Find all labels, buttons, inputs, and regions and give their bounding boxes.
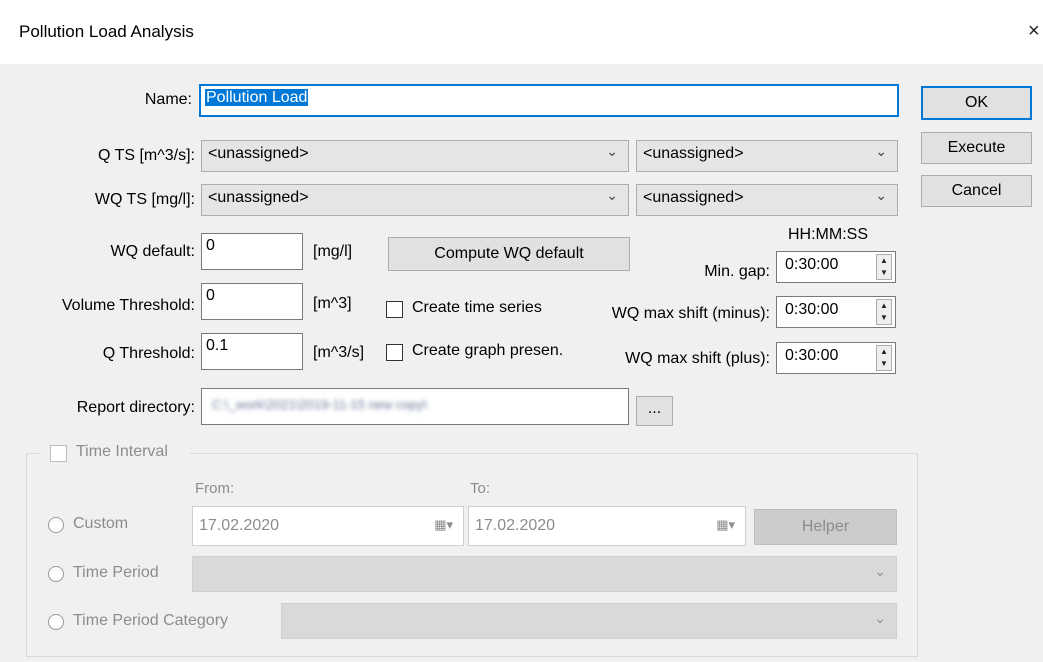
spin-arrows-icon[interactable]: ▲ ▼ <box>876 299 892 325</box>
close-icon[interactable]: × <box>1028 20 1040 43</box>
cancel-button[interactable]: Cancel <box>921 175 1032 207</box>
wq-shift-minus-value: 0:30:00 <box>785 301 839 318</box>
compute-wq-default-button[interactable]: Compute WQ default <box>388 237 630 271</box>
q-ts-value-2: <unassigned> <box>643 145 744 162</box>
from-date-value: 17.02.2020 <box>199 517 280 534</box>
time-period-category-radio[interactable] <box>48 614 64 630</box>
q-ts-select[interactable]: <unassigned> ⌄ <box>201 140 629 172</box>
custom-label: Custom <box>73 515 129 532</box>
time-period-label: Time Period <box>73 564 159 581</box>
volume-threshold-input[interactable]: 0 <box>201 283 303 320</box>
window-title: Pollution Load Analysis <box>19 22 194 41</box>
wq-default-unit: [mg/l] <box>313 243 353 260</box>
time-interval-checkbox[interactable] <box>50 445 67 462</box>
chevron-down-icon: ⌄ <box>606 143 618 159</box>
volume-threshold-unit: [m^3] <box>313 295 352 312</box>
calendar-icon: ▦▾ <box>716 517 735 532</box>
to-date-picker[interactable]: 17.02.2020 ▦▾ <box>468 506 746 546</box>
time-interval-label: Time Interval <box>76 443 168 460</box>
wq-shift-plus-spinner[interactable]: 0:30:00 ▲ ▼ <box>776 342 896 374</box>
wq-ts-value-2: <unassigned> <box>643 189 744 206</box>
chevron-down-icon: ⌄ <box>874 563 886 579</box>
from-label: From: <box>195 480 235 497</box>
time-period-select[interactable]: ⌄ <box>192 556 897 592</box>
create-time-series-checkbox[interactable] <box>386 301 403 318</box>
wq-shift-minus-label: WQ max shift (minus): <box>611 305 770 322</box>
to-date-value: 17.02.2020 <box>475 517 556 534</box>
report-directory-value: C:\_work\2021\2019-11-15 new copy\ <box>212 397 428 412</box>
helper-button[interactable]: Helper <box>754 509 897 545</box>
name-input[interactable]: Pollution Load <box>199 84 899 117</box>
wq-ts-value: <unassigned> <box>208 189 309 206</box>
spin-arrows-icon[interactable]: ▲ ▼ <box>876 254 892 280</box>
wq-shift-plus-label: WQ max shift (plus): <box>625 350 770 367</box>
chevron-down-icon: ⌄ <box>875 187 887 203</box>
q-ts-select-2[interactable]: <unassigned> ⌄ <box>636 140 898 172</box>
name-label: Name: <box>144 91 192 108</box>
report-directory-label: Report directory: <box>76 399 195 416</box>
create-time-series-label: Create time series <box>412 299 542 316</box>
time-format-label: HH:MM:SS <box>788 226 868 243</box>
wq-ts-select[interactable]: <unassigned> ⌄ <box>201 184 629 216</box>
chevron-down-icon: ⌄ <box>606 187 618 203</box>
browse-button[interactable]: ... <box>636 396 673 426</box>
wq-shift-minus-spinner[interactable]: 0:30:00 ▲ ▼ <box>776 296 896 328</box>
calendar-icon: ▦▾ <box>434 517 453 532</box>
wq-shift-plus-value: 0:30:00 <box>785 347 839 364</box>
wq-ts-select-2[interactable]: <unassigned> ⌄ <box>636 184 898 216</box>
min-gap-value: 0:30:00 <box>785 256 839 273</box>
chevron-down-icon: ⌄ <box>875 143 887 159</box>
wq-ts-label: WQ TS [mg/l]: <box>94 191 195 208</box>
create-graph-presentation-checkbox[interactable] <box>386 344 403 361</box>
time-period-category-label: Time Period Category <box>73 612 229 629</box>
execute-button[interactable]: Execute <box>921 132 1032 164</box>
name-value: Pollution Load <box>205 89 309 106</box>
chevron-down-icon: ⌄ <box>874 610 886 626</box>
wq-default-input[interactable]: 0 <box>201 233 303 270</box>
time-period-radio[interactable] <box>48 566 64 582</box>
create-graph-presentation-label: Create graph presen. <box>412 342 564 359</box>
q-ts-label: Q TS [m^3/s]: <box>97 147 195 164</box>
q-threshold-input[interactable]: 0.1 <box>201 333 303 370</box>
volume-threshold-label: Volume Threshold: <box>61 297 195 314</box>
custom-radio[interactable] <box>48 517 64 533</box>
q-threshold-label: Q Threshold: <box>102 345 195 362</box>
time-period-category-select[interactable]: ⌄ <box>281 603 897 639</box>
wq-default-label: WQ default: <box>110 243 195 260</box>
min-gap-spinner[interactable]: 0:30:00 ▲ ▼ <box>776 251 896 283</box>
to-label: To: <box>470 480 491 497</box>
spin-arrows-icon[interactable]: ▲ ▼ <box>876 345 892 371</box>
q-ts-value: <unassigned> <box>208 145 309 162</box>
ok-button[interactable]: OK <box>921 86 1032 120</box>
from-date-picker[interactable]: 17.02.2020 ▦▾ <box>192 506 464 546</box>
report-directory-input[interactable]: C:\_work\2021\2019-11-15 new copy\ <box>201 388 629 425</box>
min-gap-label: Min. gap: <box>704 263 770 280</box>
q-threshold-unit: [m^3/s] <box>313 344 365 361</box>
